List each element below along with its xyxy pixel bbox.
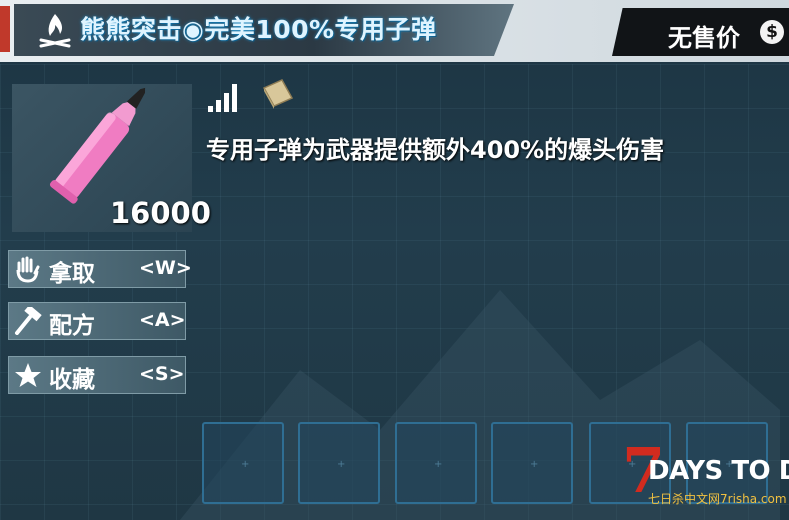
campfire-icon xyxy=(39,14,71,48)
recipe-label: 配方 xyxy=(49,313,95,339)
mod-slot-3[interactable]: + xyxy=(395,422,477,504)
recipe-shortcut: <A> xyxy=(139,309,186,331)
header-accent xyxy=(0,6,10,52)
watermark-site: 七日杀中文网7risha.com xyxy=(648,492,787,506)
favorite-shortcut: <S> xyxy=(139,363,185,385)
take-shortcut: <W> xyxy=(139,257,192,279)
item-title: 熊熊突击◉完美100%专用子弹 xyxy=(80,15,437,44)
coin-icon: $ xyxy=(760,20,784,44)
item-description: 专用子弹为武器提供额外400%的爆头伤害 xyxy=(206,136,665,164)
take-label: 拿取 xyxy=(49,261,95,287)
mod-slot-4[interactable]: + xyxy=(491,422,573,504)
slot-plus-icon: + xyxy=(434,459,443,470)
signal-bars-icon xyxy=(208,84,237,112)
mod-slot-1[interactable]: + xyxy=(202,422,284,504)
take-button[interactable]: 拿取 <W> xyxy=(8,250,192,288)
book-icon[interactable] xyxy=(260,78,296,110)
hand-icon xyxy=(16,256,40,283)
slot-plus-icon: + xyxy=(337,459,346,470)
mod-slot-2[interactable]: + xyxy=(298,422,380,504)
favorite-button[interactable]: 收藏 <S> xyxy=(8,356,186,394)
favorite-label: 收藏 xyxy=(49,367,95,393)
item-panel: 熊熊突击◉完美100%专用子弹 无售价 $ 16000 专用子弹为武器提供额外4… xyxy=(0,0,789,520)
slot-plus-icon: + xyxy=(530,459,539,470)
hammer-icon xyxy=(15,307,42,335)
star-icon xyxy=(15,363,41,387)
item-count: 16000 xyxy=(110,196,211,230)
watermark-logo-text: DAYS TO DIE xyxy=(648,456,789,486)
recipe-button[interactable]: 配方 <A> xyxy=(8,302,186,340)
slot-plus-icon: + xyxy=(241,459,250,470)
price-label: 无售价 xyxy=(668,24,740,52)
